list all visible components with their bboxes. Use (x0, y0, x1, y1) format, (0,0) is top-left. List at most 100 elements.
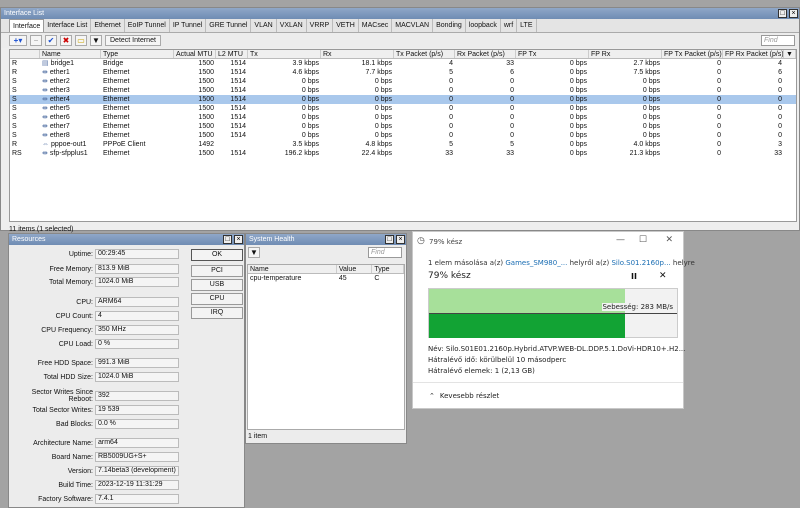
table-row[interactable]: cpu-temperature 45 C (248, 274, 404, 283)
comment-button[interactable]: ▭ (75, 35, 87, 46)
disable-button[interactable]: ✖ (60, 35, 72, 46)
cell-mtu: 1500 (198, 78, 214, 85)
column-header[interactable]: Type (372, 265, 404, 273)
column-header[interactable]: FP Rx Packet (p/s) (723, 50, 784, 58)
maximize-icon[interactable]: □ (778, 9, 787, 18)
column-header[interactable]: FP Rx (589, 50, 662, 58)
tab-veth[interactable]: VETH (333, 19, 359, 32)
column-header[interactable]: Type (101, 50, 174, 58)
tab-bonding[interactable]: Bonding (433, 19, 466, 32)
tab-ethernet[interactable]: Ethernet (91, 19, 125, 32)
tab-vrrp[interactable]: VRRP (307, 19, 334, 32)
cell-fptx: 0 bps (569, 150, 587, 157)
destination-link[interactable]: Silo.S01.2160p... (611, 259, 670, 267)
table-row[interactable]: S ⇼ ether8 Ethernet 1500 1514 0 bps 0 bps 0 0 0 bp… (10, 131, 796, 140)
pause-icon[interactable]: II (631, 272, 637, 281)
remove-button[interactable]: − (30, 35, 42, 46)
usb-button[interactable]: USB (191, 279, 243, 291)
table-row[interactable]: S ⇼ ether3 Ethernet 1500 1514 0 bps 0 bps 0 0 0 bp… (10, 86, 796, 95)
table-row[interactable]: S ⇼ ether4 Ethernet 1500 1514 0 bps 0 bps 0 0 0 bp… (10, 95, 796, 104)
source-link[interactable]: Games_SM980_... (505, 259, 567, 267)
tab-vxlan[interactable]: VXLAN (277, 19, 307, 32)
cancel-icon[interactable]: ✕ (659, 271, 667, 281)
tab-macsec[interactable]: MACsec (359, 19, 393, 32)
resource-value: 00:29:45 (95, 249, 179, 259)
minimize-icon[interactable]: — (616, 235, 625, 245)
table-row[interactable]: S ⇼ ether2 Ethernet 1500 1514 0 bps 0 bps 0 0 0 bp… (10, 77, 796, 86)
chevron-up-icon: ⌃ (429, 392, 435, 400)
pci-button[interactable]: PCI (191, 265, 243, 277)
irq-button[interactable]: IRQ (191, 307, 243, 319)
filter-icon[interactable]: ▼ (90, 35, 102, 46)
maximize-icon[interactable]: □ (385, 235, 394, 244)
resource-row: Architecture Name: arm64 (9, 438, 179, 448)
maximize-icon[interactable]: ☐ (639, 235, 647, 245)
table-row[interactable]: RS ⇼ sfp-sfpplus1 Ethernet 1500 1514 196.2 kbp… (10, 149, 796, 158)
table-row[interactable]: S ⇼ ether5 Ethernet 1500 1514 0 bps 0 bps 0 0 0 bp… (10, 104, 796, 113)
window-title: System Health (249, 236, 295, 243)
cell-rx: 18.1 kbps (361, 60, 392, 67)
cell-flag: S (12, 96, 17, 103)
column-header[interactable]: Tx (248, 50, 321, 58)
tab-wrf[interactable]: wrf (501, 19, 518, 32)
close-icon[interactable]: × (396, 235, 405, 244)
table-row[interactable]: R ⇼ ether1 Ethernet 1500 1514 4.6 kbps 7.7 kbps… (10, 68, 796, 77)
progress-percent: 79% kész (428, 271, 471, 281)
cell-flag: S (12, 87, 17, 94)
cpu-button[interactable]: CPU (191, 293, 243, 305)
cell-fprx: 0 bps (642, 123, 660, 130)
tab-interface[interactable]: Interface (9, 19, 45, 32)
cell-name: ⇼ ether1 (40, 68, 101, 77)
copy-progress-dialog: ◷ 79% kész — ☐ ✕ 1 elem másolása a(z) Ga… (412, 231, 695, 409)
column-header[interactable]: Rx Packet (p/s) (455, 50, 516, 58)
add-button[interactable]: +▾ (9, 35, 27, 46)
find-input[interactable]: Find (368, 247, 402, 258)
column-header[interactable]: Name (40, 50, 101, 58)
close-icon[interactable]: × (234, 235, 243, 244)
system-health-window: System Health □ × ▼ Find Name Value Type c… (245, 233, 407, 444)
cell-rxp: 0 (510, 78, 514, 85)
column-menu-icon[interactable]: ▼ (784, 50, 796, 58)
cell-fprx: 2.7 kbps (633, 60, 660, 67)
resources-titlebar[interactable]: Resources □ × (9, 234, 244, 245)
tab-eoip-tunnel[interactable]: EoIP Tunnel (125, 19, 170, 32)
tab-gre-tunnel[interactable]: GRE Tunnel (206, 19, 252, 32)
close-icon[interactable]: × (789, 9, 798, 18)
table-row[interactable]: S ⇼ ether6 Ethernet 1500 1514 0 bps 0 bps 0 0 0 bp… (10, 113, 796, 122)
maximize-icon[interactable]: □ (223, 235, 232, 244)
less-details-button[interactable]: ⌃ Kevesebb részlet (429, 392, 499, 400)
tab-macvlan[interactable]: MACVLAN (392, 19, 434, 32)
table-row[interactable]: R ▤ bridge1 Bridge 1500 1514 3.9 kbps 18.1 kbps… (10, 59, 796, 68)
resource-label: Total Sector Writes: (32, 406, 93, 414)
tab-lte[interactable]: LTE (517, 19, 537, 32)
column-header[interactable]: Value (337, 265, 373, 273)
table-row[interactable]: R ⇔ pppoe-out1 PPPoE Client 1492 3.5 kbps 4.8 … (10, 140, 796, 149)
copy-description: 1 elem másolása a(z) Games_SM980_... hel… (428, 259, 695, 267)
column-header[interactable]: Actual MTU (174, 50, 216, 58)
resource-value: 19 539 (95, 405, 179, 415)
enable-button[interactable]: ✔ (45, 35, 57, 46)
table-row[interactable]: S ⇼ ether7 Ethernet 1500 1514 0 bps 0 bps 0 0 0 bp… (10, 122, 796, 131)
status-text: 1 item (248, 433, 268, 440)
tab-loopback[interactable]: loopback (466, 19, 501, 32)
tab-interface-list[interactable]: Interface List (44, 19, 92, 32)
column-header[interactable]: Tx Packet (p/s) (394, 50, 455, 58)
ok-button[interactable]: OK (191, 249, 243, 261)
column-header[interactable]: Name (248, 265, 337, 273)
find-input[interactable]: Find (761, 35, 795, 46)
close-icon[interactable]: ✕ (665, 235, 673, 245)
cell-type: Ethernet (103, 87, 130, 94)
column-header[interactable]: L2 MTU (216, 50, 248, 58)
column-header[interactable]: Rx (321, 50, 394, 58)
interface-list-titlebar[interactable]: Interface List □ × (1, 8, 799, 19)
system-health-titlebar[interactable]: System Health □ × (246, 234, 406, 245)
column-header[interactable]: FP Tx (516, 50, 589, 58)
tab-ip-tunnel[interactable]: IP Tunnel (170, 19, 207, 32)
detect-internet-button[interactable]: Detect Internet (105, 35, 161, 46)
filter-icon[interactable]: ▼ (248, 247, 260, 258)
column-header[interactable]: FP Tx Packet (p/s) (662, 50, 723, 58)
tab-vlan[interactable]: VLAN (251, 19, 277, 32)
column-header[interactable] (10, 50, 40, 58)
cell-fprxp: 6 (778, 69, 782, 76)
cell-mtu: 1492 (198, 141, 214, 148)
